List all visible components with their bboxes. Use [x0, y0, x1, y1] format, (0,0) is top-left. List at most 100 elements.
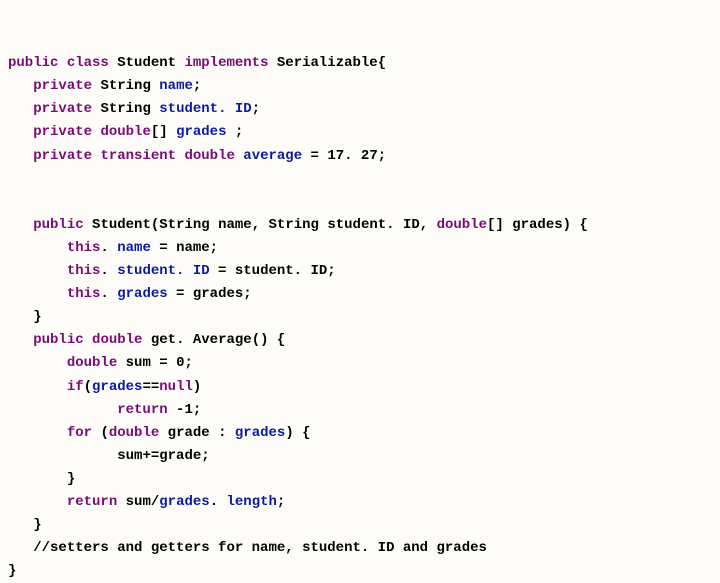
- field-average: average: [243, 148, 302, 164]
- literal-average: 17. 27: [327, 148, 377, 164]
- field-name: name: [117, 240, 151, 256]
- equals: =: [168, 286, 193, 302]
- semicolon: ;: [243, 286, 251, 302]
- semicolon: ;: [277, 494, 285, 510]
- keyword-null: null: [159, 379, 193, 395]
- semicolon: ;: [252, 101, 260, 117]
- brace-close: }: [67, 471, 75, 487]
- brace-open: {: [378, 55, 386, 71]
- dot: .: [100, 240, 117, 256]
- param-name: name: [218, 217, 252, 233]
- keyword-double: double: [109, 425, 159, 441]
- keyword-public: public: [33, 332, 83, 348]
- keyword-double: double: [92, 332, 142, 348]
- keyword-private: private: [33, 124, 92, 140]
- param-grades: grades: [193, 286, 243, 302]
- semicolon: ;: [235, 124, 243, 140]
- semicolon: ;: [193, 78, 201, 94]
- keyword-this: this: [67, 286, 101, 302]
- keyword-if: if: [67, 379, 84, 395]
- semicolon: ;: [210, 240, 218, 256]
- var-sum: sum: [126, 355, 151, 371]
- code-block: public class Student implements Serializ…: [8, 55, 588, 579]
- comma: ,: [252, 217, 269, 233]
- brace-open: {: [302, 425, 310, 441]
- type-string: String: [100, 78, 150, 94]
- type-string: String: [100, 101, 150, 117]
- eqeq: ==: [142, 379, 159, 395]
- equals: =: [210, 263, 235, 279]
- dot: .: [100, 286, 117, 302]
- keyword-double: double: [437, 217, 487, 233]
- keyword-this: this: [67, 263, 101, 279]
- keyword-double: double: [184, 148, 234, 164]
- keyword-class: class: [67, 55, 109, 71]
- brace-close: }: [33, 517, 41, 533]
- keyword-return: return: [117, 402, 167, 418]
- keyword-transient: transient: [100, 148, 176, 164]
- paren-open: (: [84, 379, 92, 395]
- var-grade: grade: [159, 448, 201, 464]
- field-grades: grades: [176, 124, 226, 140]
- keyword-implements: implements: [184, 55, 268, 71]
- array-brackets: []: [487, 217, 504, 233]
- param-studentid: student. ID: [235, 263, 327, 279]
- literal-neg1: -1: [176, 402, 193, 418]
- param-studentid: student. ID: [327, 217, 419, 233]
- field-studentid: student. ID: [159, 101, 251, 117]
- keyword-for: for: [67, 425, 92, 441]
- var-sum: sum: [126, 494, 151, 510]
- param-name: name: [176, 240, 210, 256]
- brace-open: {: [579, 217, 587, 233]
- semicolon: ;: [193, 402, 201, 418]
- paren-open: (: [100, 425, 108, 441]
- keyword-return: return: [67, 494, 117, 510]
- type-string: String: [269, 217, 319, 233]
- field-grades: grades: [117, 286, 167, 302]
- prop-length: length: [227, 494, 277, 510]
- slash: /: [151, 494, 159, 510]
- class-name: Student: [117, 55, 176, 71]
- var-grade: grade: [168, 425, 210, 441]
- param-grades: grades: [512, 217, 562, 233]
- paren-close: ): [563, 217, 571, 233]
- keyword-public: public: [8, 55, 58, 71]
- paren-close: ): [193, 379, 201, 395]
- semicolon: ;: [184, 355, 192, 371]
- type-string: String: [159, 217, 209, 233]
- field-grades: grades: [235, 425, 285, 441]
- keyword-double: double: [67, 355, 117, 371]
- colon: :: [210, 425, 235, 441]
- var-sum: sum: [117, 448, 142, 464]
- dot: .: [100, 263, 117, 279]
- equals: =: [151, 240, 176, 256]
- keyword-private: private: [33, 148, 92, 164]
- interface-name: Serializable: [277, 55, 378, 71]
- semicolon: ;: [327, 263, 335, 279]
- method-getaverage: get. Average: [151, 332, 252, 348]
- paren-open: (: [252, 332, 260, 348]
- field-name: name: [159, 78, 193, 94]
- comment-setters-getters: //setters and getters for name, student.…: [33, 540, 487, 556]
- semicolon: ;: [201, 448, 209, 464]
- dot: .: [210, 494, 227, 510]
- ctor-name: Student: [92, 217, 151, 233]
- array-brackets: []: [151, 124, 168, 140]
- brace-open: {: [277, 332, 285, 348]
- field-studentid: student. ID: [117, 263, 209, 279]
- paren-open: (: [151, 217, 159, 233]
- comma: ,: [420, 217, 437, 233]
- semicolon: ;: [378, 148, 386, 164]
- brace-close: }: [8, 563, 16, 579]
- keyword-private: private: [33, 101, 92, 117]
- keyword-public: public: [33, 217, 83, 233]
- pluseq: +=: [142, 448, 159, 464]
- field-grades: grades: [92, 379, 142, 395]
- keyword-double: double: [100, 124, 150, 140]
- keyword-private: private: [33, 78, 92, 94]
- brace-close: }: [33, 309, 41, 325]
- paren-close: ): [285, 425, 293, 441]
- field-grades: grades: [159, 494, 209, 510]
- paren-close: ): [260, 332, 268, 348]
- equals: =: [151, 355, 176, 371]
